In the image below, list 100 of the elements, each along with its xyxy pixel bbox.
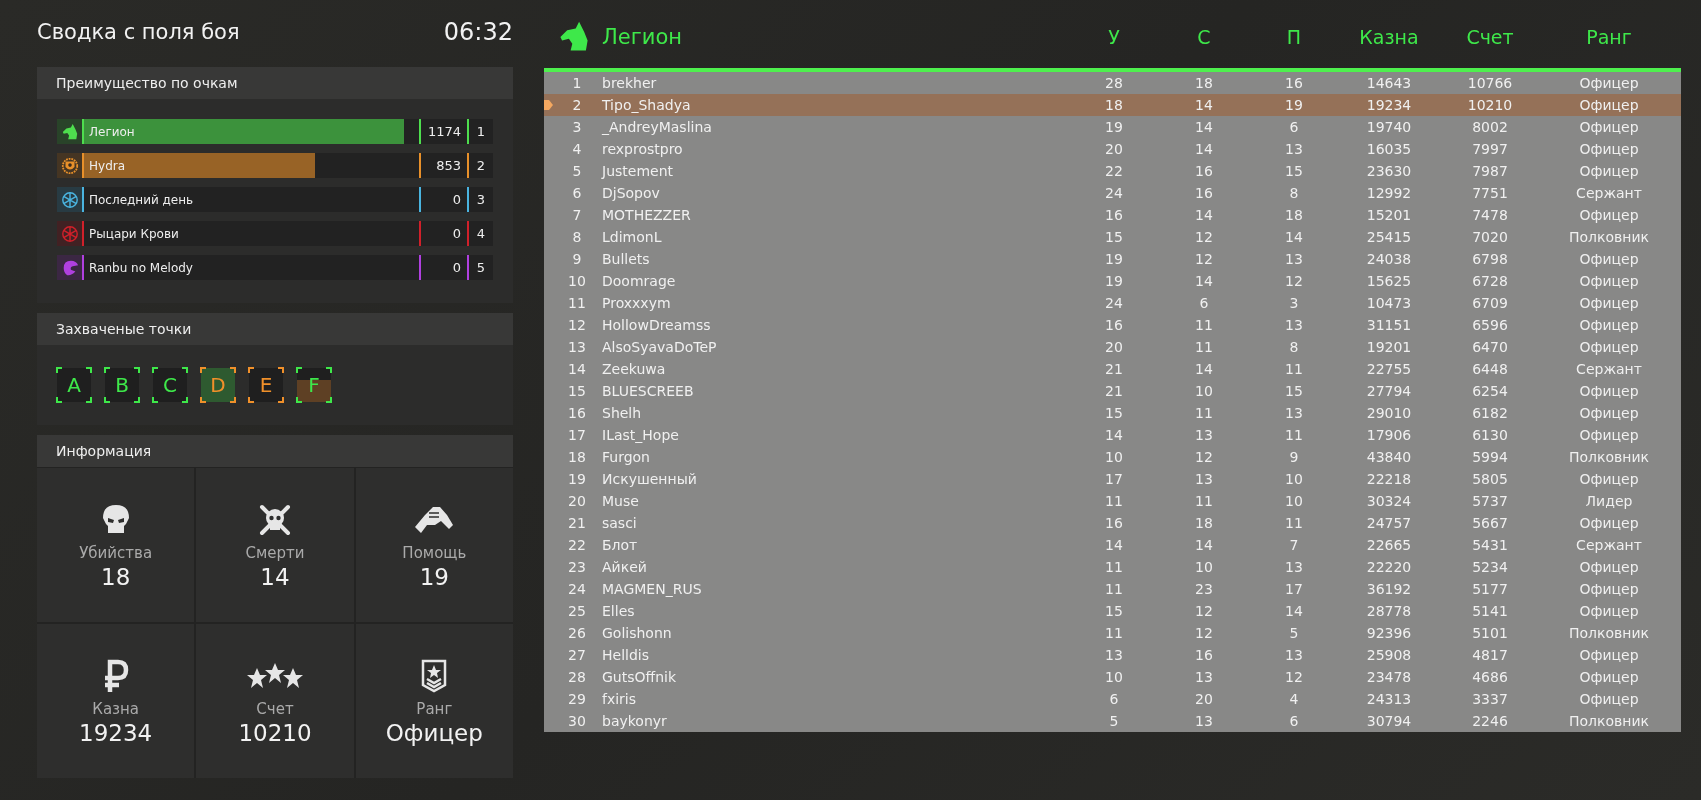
table-cell-text: 5	[1108, 713, 1120, 729]
table-cell-text: 5	[571, 163, 583, 179]
table-cell-text: 43840	[1365, 449, 1413, 465]
table-cell-text: 17	[1284, 581, 1304, 597]
table-cell-text: 30794	[1365, 713, 1413, 729]
table-cell-text: 18	[1104, 97, 1124, 113]
table-cell-text: 8	[1288, 185, 1300, 201]
table-cell-text: 11	[1194, 339, 1214, 355]
table-cell-text: 6254	[1471, 383, 1509, 399]
table-cell-text: 22218	[1365, 471, 1413, 487]
table-cell-text: brekher	[602, 75, 658, 91]
table-cell-text: 29010	[1365, 405, 1413, 421]
table-cell-text: 14	[1104, 537, 1124, 553]
table-cell-text: 10	[567, 273, 587, 289]
table-cell-text: 25415	[1365, 229, 1413, 245]
table-cell-text: 11	[1104, 625, 1124, 641]
table-cell-text: 3	[1288, 295, 1300, 311]
table-cell-text: Офицер	[1578, 295, 1640, 311]
table-cell-text: 13	[1194, 471, 1214, 487]
table-cell-text: 7478	[1471, 207, 1509, 223]
ruble-icon	[102, 659, 129, 693]
table-cell-text: 13	[1284, 251, 1304, 267]
table-cell-text: 19234	[1365, 97, 1413, 113]
table-cell-text: 14	[1104, 427, 1124, 443]
table-cell-text: 18	[1194, 75, 1214, 91]
table-cell-text: Doomrage	[602, 273, 677, 289]
faction-place: 1	[467, 119, 493, 144]
table-cell-text: Офицер	[1578, 119, 1640, 135]
table-cell-text: 15	[1284, 163, 1304, 179]
table-cell-text: Elles	[602, 603, 636, 619]
panel-header: Информация	[37, 435, 513, 467]
table-cell-text: Офицер	[1578, 251, 1640, 267]
stat-value: 19234	[79, 720, 153, 746]
table-cell-text: GutsOffnik	[602, 669, 678, 685]
table-cell-text: 5234	[1471, 559, 1509, 575]
table-cell-text: 5994	[1471, 449, 1509, 465]
table-cell-text: 16	[1104, 515, 1124, 531]
table-cell-text: Офицер	[1578, 427, 1640, 443]
table-cell-text: Полковник	[1568, 449, 1650, 465]
table-cell-text: 8	[1288, 339, 1300, 355]
table-cell-text: 6130	[1471, 427, 1509, 443]
table-cell-text: _AndreyMaslina	[602, 119, 713, 135]
table-cell-text: sasci	[602, 515, 638, 531]
table-cell-text: 14	[567, 361, 587, 377]
table-cell-text: Офицер	[1578, 273, 1640, 289]
table-cell-text: AlsoSyavaDoTeP	[602, 339, 718, 355]
table-cell-text: LdimonL	[602, 229, 663, 245]
table-cell-text: 14	[1284, 229, 1304, 245]
faction-score: 0	[419, 221, 467, 246]
table-cell-text: 10	[1194, 383, 1214, 399]
table-cell-text: 21	[567, 515, 587, 531]
faction-name: Рыцари Крови	[88, 226, 179, 241]
table-cell-text: Shelh	[602, 405, 643, 421]
table-cell-text: Justement	[602, 163, 674, 179]
table-cell-text: 10	[1284, 471, 1304, 487]
table-cell-text: 18	[567, 449, 587, 465]
table-cell-text: rexprostpro	[602, 141, 684, 157]
table-cell-text: Офицер	[1578, 97, 1640, 113]
point-letter: B	[115, 373, 129, 397]
table-cell-text: Офицер	[1578, 207, 1640, 223]
table-cell-text: 12	[1194, 625, 1214, 641]
table-cell-text: 10473	[1365, 295, 1413, 311]
table-cell-text: 36192	[1365, 581, 1413, 597]
table-cell-text: 20	[1194, 691, 1214, 707]
table-cell-text: 6	[1198, 295, 1210, 311]
table-cell-text: 23478	[1365, 669, 1413, 685]
table-cell-text: 92396	[1365, 625, 1413, 641]
table-cell-text: Офицер	[1578, 383, 1640, 399]
table-cell-text: 12	[1194, 603, 1214, 619]
table-cell-text: 16	[1194, 647, 1214, 663]
table-cell-text: MOTHEZZER	[602, 207, 692, 223]
skull-crossbones-icon	[258, 503, 292, 537]
table-cell-text: Полковник	[1568, 713, 1650, 729]
table-cell-text: 13	[1194, 713, 1214, 729]
table-cell-text: 23	[1194, 581, 1214, 597]
faction-score: 1174	[419, 119, 467, 144]
table-cell-text: 2	[571, 97, 583, 113]
table-cell-text: 31151	[1365, 317, 1413, 333]
table-cell-text: 21	[1104, 383, 1124, 399]
table-cell-text: 3337	[1471, 691, 1509, 707]
table-cell-text: 4	[571, 141, 583, 157]
table-cell-text: fxiris	[602, 691, 638, 707]
table-cell-text: 5805	[1471, 471, 1509, 487]
table-cell-text: 20	[567, 493, 587, 509]
table-cell-text: 7	[1288, 537, 1300, 553]
table-cell-text: 13	[1284, 559, 1304, 575]
table-cell-text: 17	[567, 427, 587, 443]
table-cell-text: Furgon	[602, 449, 651, 465]
table-cell-text: 15201	[1365, 207, 1413, 223]
table-cell-text: 26	[567, 625, 587, 641]
table-cell-text: 13	[1194, 427, 1214, 443]
table-cell-text: 12	[1194, 449, 1214, 465]
table-cell-text: Сержант	[1575, 537, 1643, 553]
table-cell-text: 6	[571, 185, 583, 201]
table-cell-text: 12	[567, 317, 587, 333]
table-cell-text: 24	[1104, 295, 1124, 311]
table-cell-text: 13	[1284, 405, 1304, 421]
table-cell-text: 8002	[1471, 119, 1509, 135]
table-cell-text: 7020	[1471, 229, 1509, 245]
table-cell-text: 13	[1284, 317, 1304, 333]
